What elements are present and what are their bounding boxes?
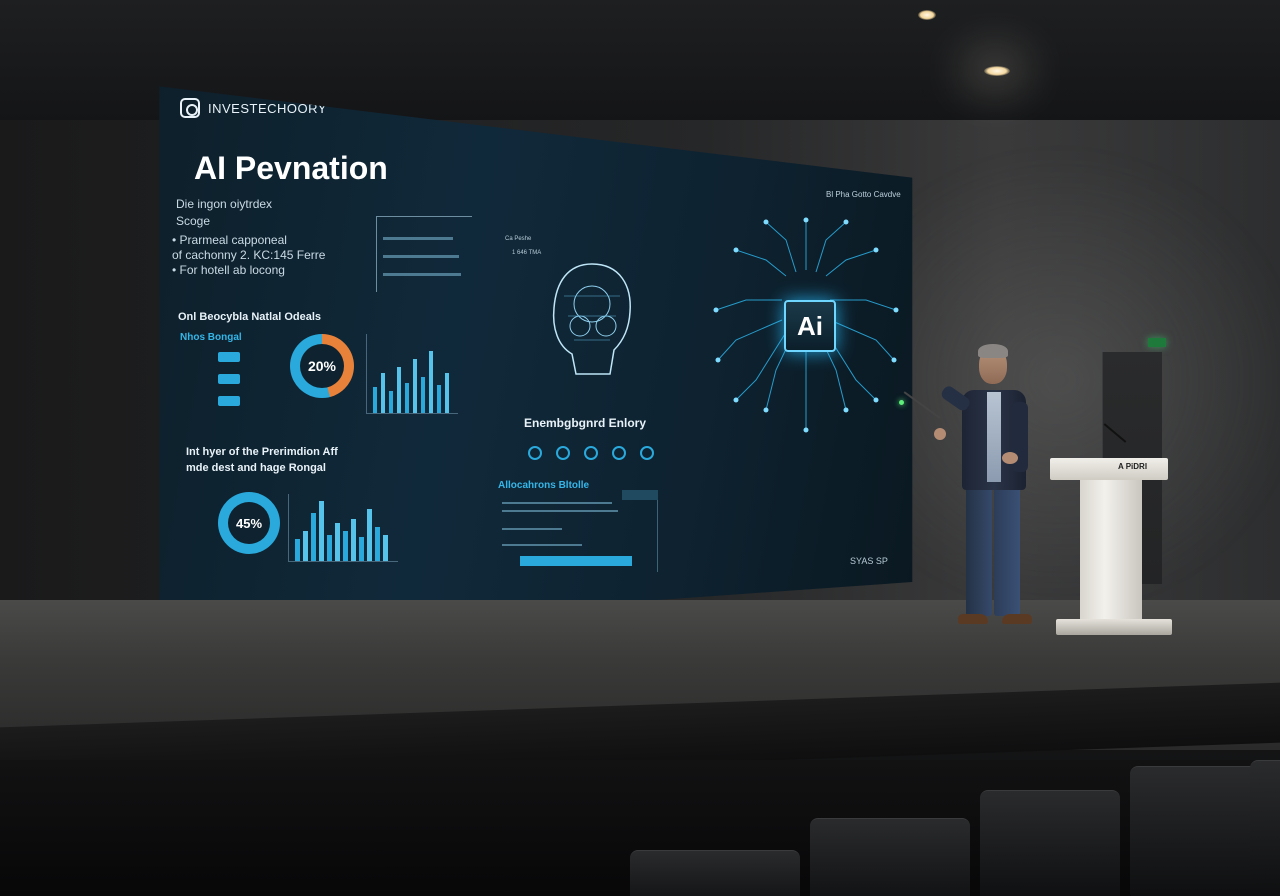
subtitle-line: Scoge <box>176 214 211 228</box>
indicator-circle <box>528 446 542 460</box>
panel-title: Int hyer of the Prerimdion Aff <box>186 446 338 458</box>
indicator-circle <box>584 446 598 460</box>
presenter-shoe <box>1002 614 1032 624</box>
bar <box>373 387 377 413</box>
exit-sign <box>1148 338 1166 347</box>
audience-seat <box>630 850 800 896</box>
projection-screen: INVESTECHOORY AI Pevnation Die ingon oiy… <box>150 78 920 638</box>
bar <box>405 383 409 413</box>
bullet-list: • Prarmeal capponeal of cachonny 2. KC:1… <box>172 233 325 278</box>
bar <box>413 359 417 413</box>
bottom-right-label: SYAS SP <box>850 556 888 566</box>
bar <box>327 535 332 561</box>
bar <box>335 523 340 561</box>
bar <box>319 501 324 561</box>
slide-title: AI Pevnation <box>194 150 388 186</box>
bar <box>295 539 300 561</box>
podium-top <box>1050 458 1168 480</box>
presenter-hand <box>934 428 946 440</box>
bar <box>397 367 401 413</box>
podium-body <box>1080 478 1142 623</box>
bullet-item: • Prarmeal capponeal <box>172 233 287 247</box>
table-row <box>383 273 461 276</box>
bar <box>381 373 385 413</box>
metric-rows <box>170 346 280 416</box>
ceiling-light-glow <box>950 40 1040 100</box>
audience-seat <box>810 818 970 896</box>
bullet-item: of cachonny 2. KC:145 Ferre <box>172 248 326 262</box>
ceiling-light <box>918 10 936 20</box>
bar-chart <box>288 494 398 562</box>
presenter <box>899 340 1050 640</box>
indicator-circle <box>640 446 654 460</box>
panel-accent-label: Nhos Bongal <box>180 332 242 343</box>
table-row <box>502 544 582 546</box>
podium-label: A PiDRI <box>1118 462 1148 471</box>
ai-head-illustration <box>552 263 631 375</box>
bar <box>437 385 441 413</box>
indicator-row <box>524 442 654 464</box>
metric-icon <box>218 374 240 384</box>
laser-dot-icon <box>899 400 904 405</box>
bar-chart <box>366 334 458 414</box>
panel-title: Onl Beocybla Natlal Odeals <box>178 311 322 323</box>
progress-bar <box>520 556 632 566</box>
presenter-shoe <box>958 614 988 624</box>
presenter-leg <box>994 486 1020 616</box>
head-label: 1 646 TMA <box>512 250 542 256</box>
conference-stage-scene: INVESTECHOORY AI Pevnation Die ingon oiy… <box>0 0 1280 896</box>
allocation-table <box>498 490 658 572</box>
bullet-item: • For hotell ab locong <box>172 263 285 277</box>
donut-value: 45% <box>235 515 263 531</box>
donut-chart: 45% <box>218 492 280 554</box>
bar <box>351 519 356 561</box>
table-row <box>502 510 618 512</box>
donut-value: 20% <box>307 358 337 374</box>
head-label: Ca Peshe <box>505 236 532 242</box>
table-row <box>383 255 459 258</box>
bar <box>303 531 308 561</box>
audience-seat <box>1250 760 1280 896</box>
presenter-leg <box>966 486 992 616</box>
slide-subtitle: Die ingon oiytrdex Scoge <box>176 196 272 230</box>
table-row <box>383 237 453 240</box>
center-bottom-title: Allocahrons Bltolle <box>498 480 590 491</box>
indicator-circle <box>556 446 570 460</box>
subtitle-line: Die ingon oiytrdex <box>176 197 273 211</box>
bar <box>421 377 425 413</box>
bar <box>375 527 380 561</box>
brand: INVESTECHOORY <box>180 98 327 118</box>
donut-chart: 20% <box>290 334 354 398</box>
podium-base <box>1056 619 1172 635</box>
audience-seat <box>980 790 1120 896</box>
screen-display: INVESTECHOORY AI Pevnation Die ingon oiy… <box>159 86 913 636</box>
bar <box>389 391 393 413</box>
panel-subtitle: mde dest and hage Rongal <box>186 462 326 474</box>
mini-table <box>376 216 472 292</box>
metric-icon <box>218 396 240 406</box>
presenter-shirt <box>987 392 1001 482</box>
bar <box>383 535 388 561</box>
presenter-hair <box>978 344 1008 358</box>
camera-icon <box>180 98 200 118</box>
audience-seat <box>1130 766 1258 896</box>
center-panel-title: Enembgbgnrd Enlory <box>524 416 647 430</box>
top-right-label: Bl Pha Gotto Cavdve <box>826 190 901 199</box>
table-row <box>502 502 612 504</box>
bar <box>359 537 364 561</box>
bar <box>343 531 348 561</box>
ai-chip-icon: Ai <box>784 300 836 352</box>
bar <box>311 513 316 561</box>
metric-icon <box>218 352 240 362</box>
presenter-hand <box>1002 452 1018 464</box>
table-row <box>502 528 562 530</box>
bar <box>367 509 372 561</box>
indicator-circle <box>612 446 626 460</box>
bar <box>445 373 449 413</box>
bar <box>429 351 433 413</box>
brand-label: INVESTECHOORY <box>208 100 327 116</box>
table-header-cell <box>622 490 658 500</box>
